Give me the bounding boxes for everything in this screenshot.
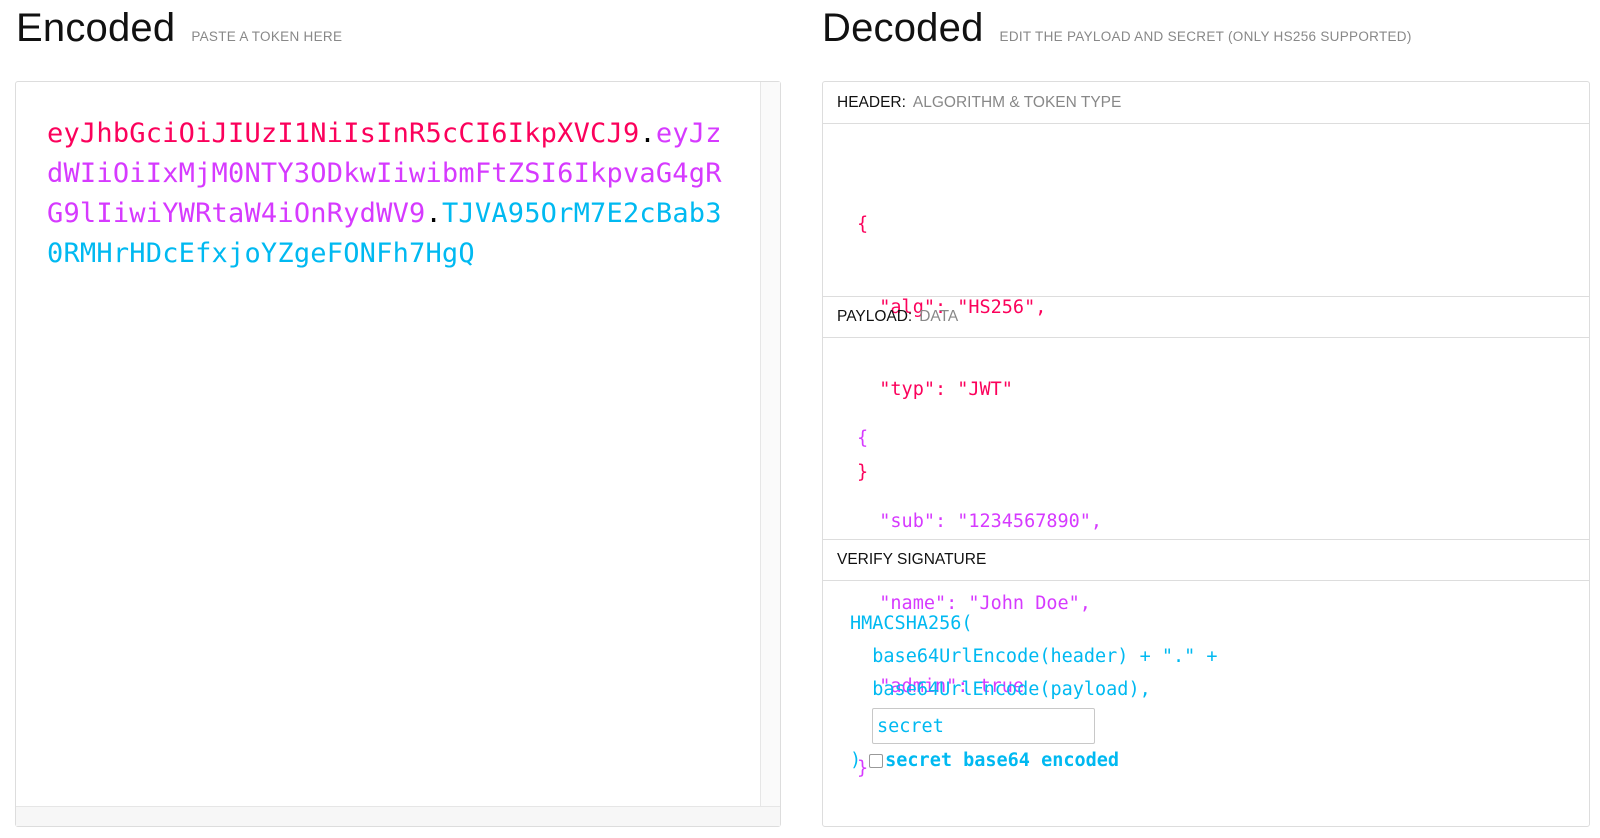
payload-section-title: PAYLOAD: DATA: [823, 296, 1589, 338]
verify-last-line: ) secret base64 encoded: [850, 744, 1218, 777]
secret-base64-checkbox[interactable]: [869, 753, 884, 768]
vertical-scrollbar[interactable]: [760, 82, 780, 809]
encoded-title-row: Encoded PASTE A TOKEN HERE: [16, 6, 342, 51]
secret-input[interactable]: [872, 708, 1095, 744]
encoded-token-editor[interactable]: eyJhbGciOiJIUzI1NiIsInR5cCI6IkpXVCJ9.eyJ…: [15, 81, 781, 827]
token-dot: .: [425, 198, 442, 229]
verify-line-hmac: HMACSHA256(: [850, 613, 973, 634]
json-line: {: [857, 214, 869, 235]
verify-label: VERIFY SIGNATURE: [837, 551, 987, 568]
token-header-part: eyJhbGciOiJIUzI1NiIsInR5cCI6IkpXVCJ9: [47, 118, 640, 149]
encoded-subtitle: PASTE A TOKEN HERE: [191, 29, 343, 44]
decoded-title-row: Decoded EDIT THE PAYLOAD AND SECRET (ONL…: [822, 6, 1412, 51]
token-dot: .: [639, 118, 656, 149]
header-hint: ALGORITHM & TOKEN TYPE: [912, 93, 1122, 111]
horizontal-scrollbar[interactable]: [16, 806, 780, 826]
payload-label: PAYLOAD:: [837, 308, 913, 325]
secret-row: [850, 706, 1218, 744]
header-section-title: HEADER: ALGORITHM & TOKEN TYPE: [823, 82, 1589, 124]
decoded-panel: HEADER: ALGORITHM & TOKEN TYPE { "alg": …: [822, 81, 1590, 827]
secret-base64-label[interactable]: secret base64 encoded: [885, 744, 1119, 777]
decoded-subtitle: EDIT THE PAYLOAD AND SECRET (ONLY HS256 …: [999, 29, 1412, 44]
header-label: HEADER:: [837, 93, 906, 111]
encoded-title: Encoded: [16, 6, 176, 50]
verify-signature-code: HMACSHA256( base64UrlEncode(header) + ".…: [850, 607, 1218, 777]
json-line: {: [857, 428, 869, 449]
json-line: "sub": "1234567890",: [857, 510, 1103, 532]
verify-line-header: base64UrlEncode(header) + "." +: [850, 646, 1218, 667]
close-paren: ): [850, 750, 862, 771]
verify-line-payload: base64UrlEncode(payload),: [850, 679, 1151, 700]
encoded-token-text[interactable]: eyJhbGciOiJIUzI1NiIsInR5cCI6IkpXVCJ9.eyJ…: [47, 114, 727, 274]
verify-section-title: VERIFY SIGNATURE: [823, 539, 1589, 581]
payload-hint: DATA: [919, 308, 959, 325]
decoded-title: Decoded: [822, 6, 984, 50]
